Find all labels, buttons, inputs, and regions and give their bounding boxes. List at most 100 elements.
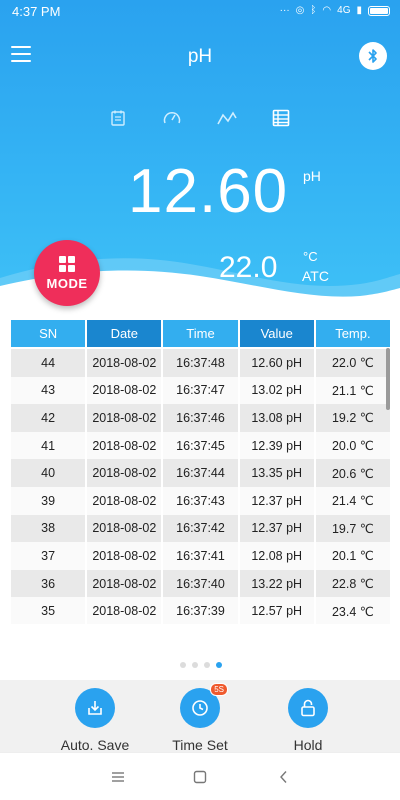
cell-time: 16:37:47 <box>163 376 238 405</box>
clock-icon <box>192 700 208 716</box>
cell-temp: 22.8 ℃ <box>315 569 390 598</box>
cell-value: 13.22 pH <box>239 569 314 598</box>
table-row[interactable]: 43 2018-08-02 16:37:47 13.02 pH 21.1 ℃ <box>11 376 390 405</box>
cell-date: 2018-08-02 <box>87 569 162 598</box>
time-set-badge: 5S <box>210 683 228 696</box>
cell-temp: 20.1 ℃ <box>315 542 390 570</box>
cell-sn: 39 <box>11 486 86 515</box>
cell-date: 2018-08-02 <box>87 597 162 624</box>
column-header-date[interactable]: Date <box>87 320 162 347</box>
auto-save-circle <box>75 688 115 728</box>
cell-time: 16:37:41 <box>163 542 238 570</box>
cell-value: 12.37 pH <box>239 486 314 515</box>
hold-label: Hold <box>293 737 323 753</box>
recents-nav-icon[interactable] <box>110 769 126 785</box>
tab-record[interactable] <box>106 106 130 130</box>
cell-sn: 43 <box>11 376 86 405</box>
table-row[interactable]: 38 2018-08-02 16:37:42 12.37 pH 19.7 ℃ <box>11 514 390 543</box>
cell-temp: 22.0 ℃ <box>315 349 390 377</box>
cell-date: 2018-08-02 <box>87 431 162 460</box>
table-row[interactable]: 42 2018-08-02 16:37:46 13.08 pH 19.2 ℃ <box>11 404 390 432</box>
auto-save-label: Auto. Save <box>60 737 130 753</box>
table-scrollbar[interactable] <box>386 348 390 410</box>
cell-value: 12.57 pH <box>239 597 314 624</box>
system-nav-bar <box>0 752 400 800</box>
hold-button[interactable]: Hold <box>258 688 358 753</box>
cell-time: 16:37:45 <box>163 431 238 460</box>
table-row[interactable]: 44 2018-08-02 16:37:48 12.60 pH 22.0 ℃ <box>11 349 390 377</box>
hold-circle <box>288 688 328 728</box>
cell-temp: 19.7 ℃ <box>315 514 390 543</box>
temperature-unit: °C <box>303 249 318 264</box>
cell-sn: 36 <box>11 569 86 598</box>
cell-time: 16:37:44 <box>163 459 238 487</box>
download-icon <box>88 701 102 715</box>
table-row[interactable]: 36 2018-08-02 16:37:40 13.22 pH 22.8 ℃ <box>11 569 390 598</box>
cell-value: 13.08 pH <box>239 404 314 432</box>
bluetooth-status-icon: ᛒ <box>310 5 317 16</box>
line-chart-icon <box>217 111 237 125</box>
bluetooth-button[interactable] <box>359 42 387 70</box>
cell-temp: 19.2 ℃ <box>315 404 390 432</box>
page-dot[interactable] <box>204 662 210 668</box>
signal-label: 4G <box>337 5 351 16</box>
cell-value: 13.02 pH <box>239 376 314 405</box>
cell-date: 2018-08-02 <box>87 486 162 515</box>
cell-date: 2018-08-02 <box>87 514 162 543</box>
grid-icon <box>59 255 75 272</box>
table-row[interactable]: 41 2018-08-02 16:37:45 12.39 pH 20.0 ℃ <box>11 431 390 460</box>
table-row[interactable]: 35 2018-08-02 16:37:39 12.57 pH 23.4 ℃ <box>11 597 390 624</box>
cell-temp: 23.4 ℃ <box>315 597 390 624</box>
cell-value: 12.37 pH <box>239 514 314 543</box>
cell-temp: 20.0 ℃ <box>315 431 390 460</box>
cell-sn: 41 <box>11 431 86 460</box>
tab-table[interactable] <box>269 106 293 130</box>
view-tabs <box>0 106 400 132</box>
cell-temp: 21.4 ℃ <box>315 486 390 515</box>
time-set-circle: 5S <box>180 683 228 728</box>
cell-sn: 40 <box>11 459 86 487</box>
readings-table[interactable]: SN Date Time Value Temp. 44 2018-08-02 1… <box>11 320 390 624</box>
column-header-time[interactable]: Time <box>163 320 238 347</box>
tab-chart[interactable] <box>215 106 239 130</box>
cell-temp: 21.1 ℃ <box>315 376 390 405</box>
temperature-mode: ATC <box>302 268 329 284</box>
auto-save-button[interactable]: Auto. Save <box>45 688 145 753</box>
back-nav-icon[interactable] <box>276 769 292 785</box>
cell-sn: 44 <box>11 349 86 377</box>
home-nav-icon[interactable] <box>192 769 208 785</box>
page-dot[interactable] <box>180 662 186 668</box>
mode-button[interactable]: MODE <box>34 240 100 306</box>
page-title: pH <box>187 46 213 67</box>
signal-icon: ▮ <box>356 5 362 16</box>
cell-value: 12.39 pH <box>239 431 314 460</box>
page-indicator <box>0 662 400 668</box>
cell-time: 16:37:46 <box>163 404 238 432</box>
ph-reading-unit: pH <box>303 168 321 184</box>
cell-sn: 42 <box>11 404 86 432</box>
status-time: 4:37 PM <box>12 4 61 19</box>
page-dot-active[interactable] <box>216 662 222 668</box>
column-header-value[interactable]: Value <box>239 320 314 347</box>
page-dot[interactable] <box>192 662 198 668</box>
temperature-value: 22.0 <box>219 251 278 284</box>
table-row[interactable]: 39 2018-08-02 16:37:43 12.37 pH 21.4 ℃ <box>11 486 390 515</box>
status-bar: 4:37 PM ··· ◎ ᛒ ◠ 4G ▮ <box>0 0 400 24</box>
action-bar: Auto. Save 5S Time Set Hold <box>0 680 400 753</box>
cell-date: 2018-08-02 <box>87 542 162 570</box>
time-set-button[interactable]: 5S Time Set <box>150 683 250 753</box>
battery-icon <box>368 5 390 16</box>
wifi-icon: ◠ <box>322 5 332 16</box>
table-row[interactable]: 40 2018-08-02 16:37:44 13.35 pH 20.6 ℃ <box>11 459 390 487</box>
column-header-sn[interactable]: SN <box>11 320 86 347</box>
table-row[interactable]: 37 2018-08-02 16:37:41 12.08 pH 20.1 ℃ <box>11 542 390 570</box>
cell-date: 2018-08-02 <box>87 349 162 377</box>
cell-date: 2018-08-02 <box>87 376 162 405</box>
column-header-temp[interactable]: Temp. <box>315 320 390 347</box>
ph-reading-value: 12.60 <box>128 157 289 226</box>
tab-gauge[interactable] <box>160 106 184 130</box>
cell-time: 16:37:48 <box>163 349 238 377</box>
cell-value: 12.60 pH <box>239 349 314 377</box>
cell-time: 16:37:40 <box>163 569 238 598</box>
cell-date: 2018-08-02 <box>87 459 162 487</box>
